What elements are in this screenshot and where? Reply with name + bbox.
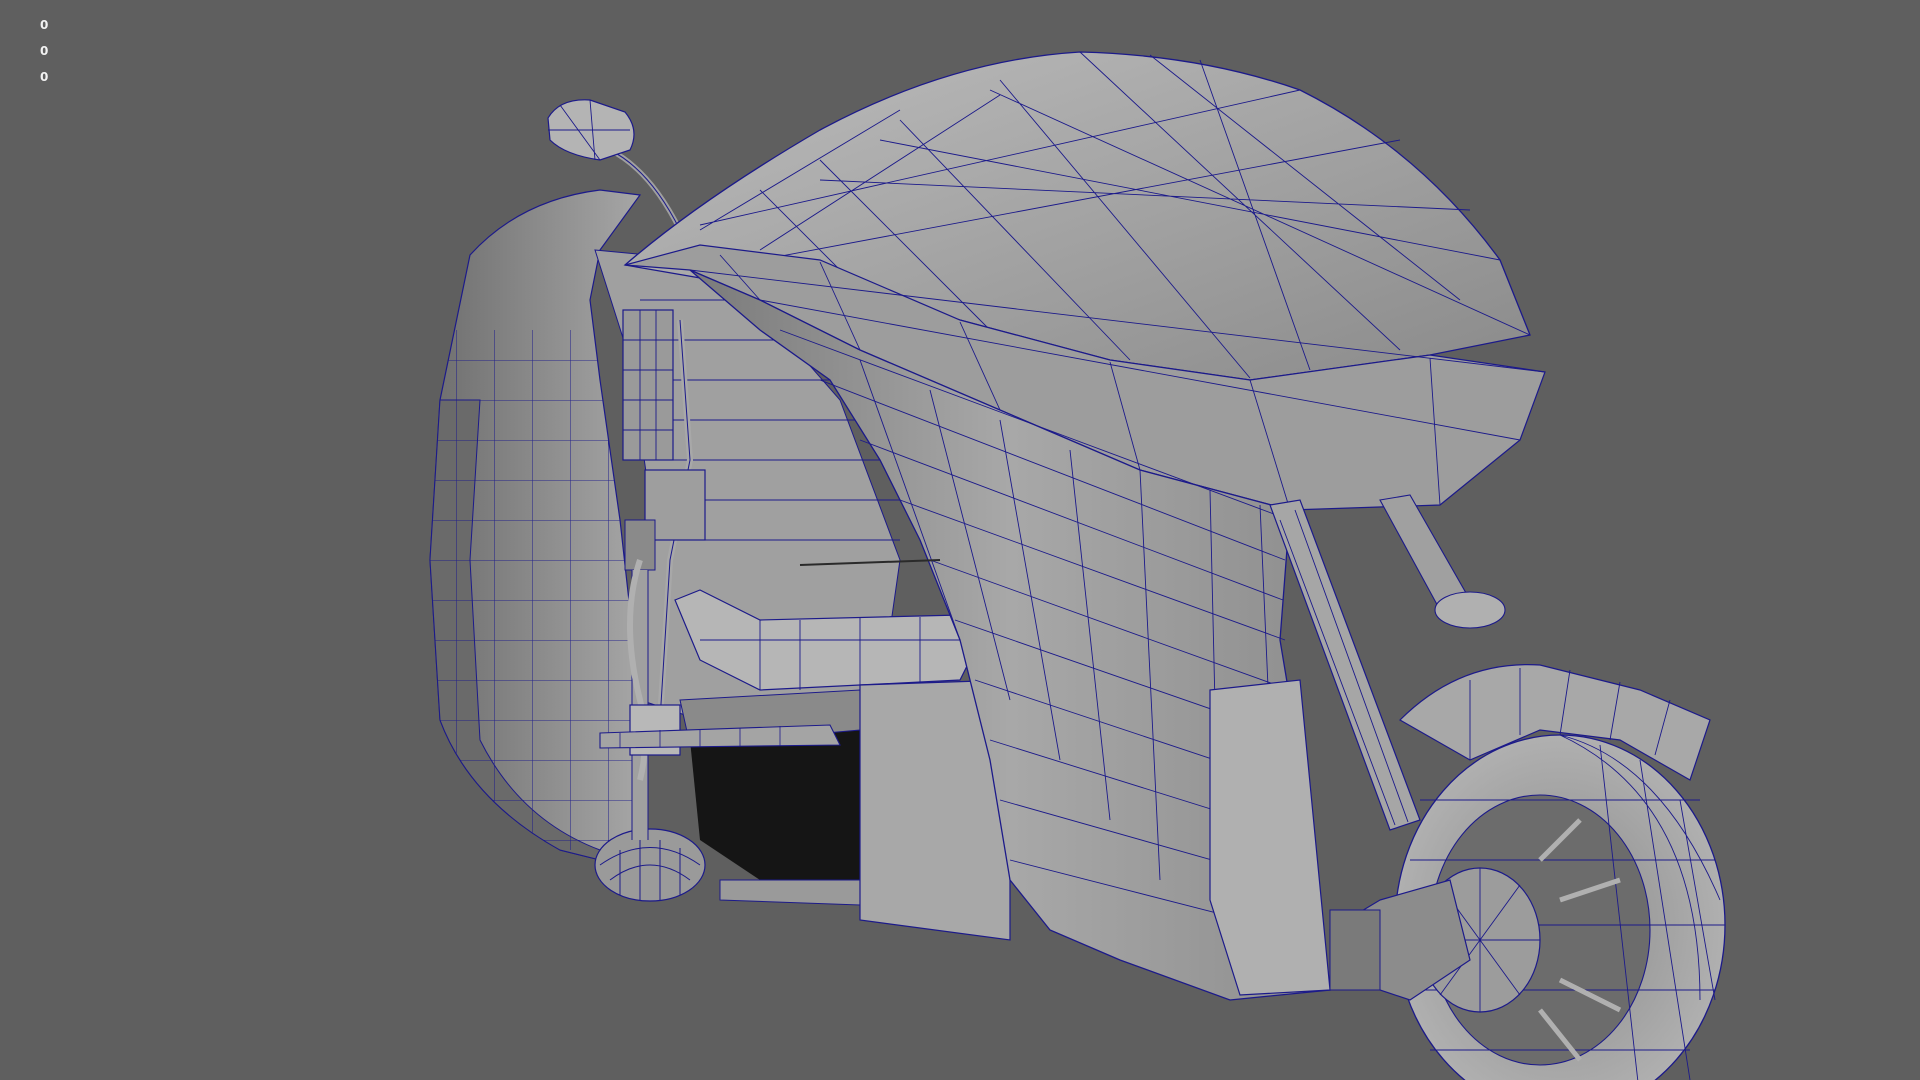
hud-line-2: 0: [40, 44, 49, 58]
rear-wheel: [594, 828, 706, 902]
motorcycle-model[interactable]: [0, 0, 1920, 1080]
hud-line-1: 0: [40, 18, 49, 32]
hud-line-3: 0: [40, 70, 49, 84]
3d-viewport[interactable]: 0 0 0: [0, 0, 1920, 1080]
hud-readout: 0 0 0: [40, 12, 48, 90]
